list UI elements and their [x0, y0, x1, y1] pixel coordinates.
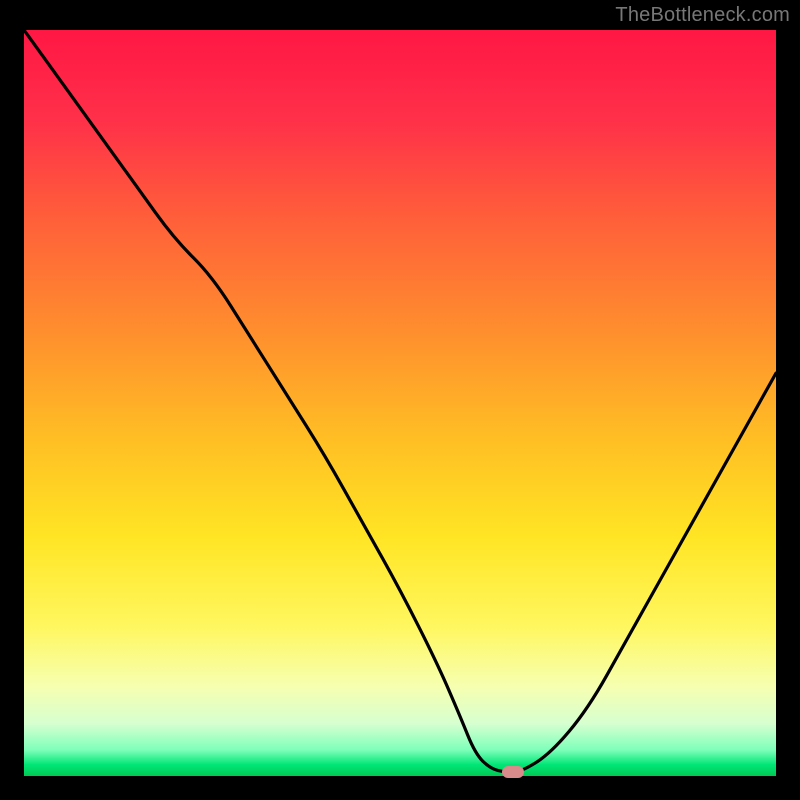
chart-root: TheBottleneck.com	[0, 0, 800, 800]
plot-area	[24, 30, 776, 776]
bottleneck-curve	[24, 30, 776, 772]
watermark-text: TheBottleneck.com	[615, 4, 790, 27]
curve-layer	[24, 30, 776, 776]
marker-dot	[502, 766, 524, 778]
